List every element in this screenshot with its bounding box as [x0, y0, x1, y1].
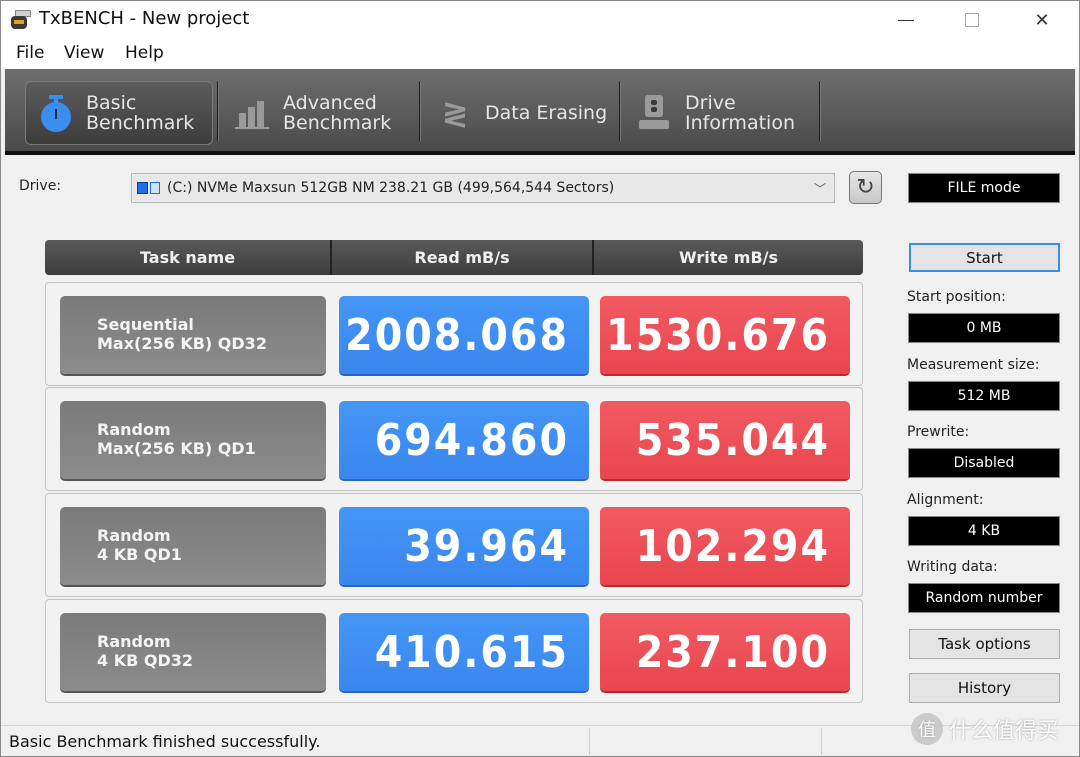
- menu-file[interactable]: File: [16, 43, 44, 63]
- title-bar: TxBENCH - New project ✕: [1, 1, 1079, 39]
- menu-help[interactable]: Help: [125, 43, 164, 63]
- tab-label-line2: Benchmark: [86, 112, 195, 134]
- menu-view[interactable]: View: [64, 43, 104, 63]
- write-value: 102.294: [600, 507, 850, 585]
- maximize-button[interactable]: [937, 1, 1007, 39]
- task-name: Random Max(256 KB) QD1: [60, 401, 326, 479]
- task-name-line1: Random: [97, 632, 171, 651]
- task-name: Random 4 KB QD32: [60, 613, 326, 691]
- menu-bar: File View Help: [1, 39, 1079, 69]
- app-window: TxBENCH - New project ✕ File View Help B…: [0, 0, 1080, 757]
- task-options-button[interactable]: Task options: [909, 629, 1060, 659]
- tab-label-line1: Basic: [86, 92, 137, 114]
- mode-indicator: FILE mode: [908, 173, 1060, 203]
- drive-icon: [137, 179, 161, 197]
- tab-label: Drive Information: [685, 93, 795, 133]
- measurement-size-field[interactable]: 512 MB: [908, 381, 1060, 411]
- tab-label-line1: Advanced: [283, 92, 377, 114]
- refresh-icon: ↻: [856, 175, 875, 200]
- start-position-field[interactable]: 0 MB: [908, 313, 1060, 343]
- main-toolbar: Basic Benchmark Advanced Benchmark ≷ Data …: [5, 69, 1075, 155]
- eraser-icon: ≷: [441, 94, 469, 132]
- window-title: TxBENCH - New project: [39, 8, 250, 29]
- task-name-line1: Sequential: [97, 315, 194, 334]
- tab-label: Basic Benchmark: [86, 93, 194, 133]
- task-name-line2: 4 KB QD32: [97, 651, 194, 670]
- tab-label: Data Erasing: [485, 102, 608, 124]
- tab-data-erasing[interactable]: ≷ Data Erasing: [435, 81, 615, 145]
- watermark-text: 什么值得买: [949, 719, 1060, 744]
- table-row: Random 4 KB QD32 410.615 237.100: [45, 599, 863, 703]
- task-name-line2: Max(256 KB) QD1: [97, 439, 256, 458]
- task-name: Random 4 KB QD1: [60, 507, 326, 585]
- start-button[interactable]: Start: [909, 243, 1060, 272]
- watermark-logo-icon: 值: [911, 713, 943, 745]
- tab-label-line1: Drive: [685, 92, 736, 114]
- table-row: Sequential Max(256 KB) QD32 2008.068 1530…: [45, 282, 863, 386]
- tab-drive-information[interactable]: Drive Information: [635, 81, 815, 145]
- writing-data-field[interactable]: Random number: [908, 583, 1060, 613]
- maximize-icon: [965, 13, 979, 27]
- tab-basic-benchmark[interactable]: Basic Benchmark: [25, 81, 213, 145]
- toolbar-divider: [217, 81, 219, 141]
- task-name: Sequential Max(256 KB) QD32: [60, 296, 326, 374]
- refresh-button[interactable]: ↻: [849, 171, 882, 204]
- watermark: 值 什么值得买: [911, 713, 1059, 745]
- drive-selected-value: (C:) NVMe Maxsun 512GB NM 238.21 GB (499…: [167, 180, 615, 196]
- tab-label-line2: Information: [685, 112, 795, 134]
- header-read: Read mB/s: [330, 240, 592, 275]
- measurement-size-label: Measurement size:: [907, 357, 1040, 373]
- toolbar-divider: [419, 81, 421, 141]
- drive-info-icon: [635, 93, 675, 133]
- toolbar-divider: [619, 81, 621, 141]
- task-name-line2: Max(256 KB) QD32: [97, 334, 267, 353]
- history-button[interactable]: History: [909, 673, 1060, 703]
- task-name-line2: 4 KB QD1: [97, 545, 182, 564]
- prewrite-field[interactable]: Disabled: [908, 448, 1060, 478]
- table-row: Random 4 KB QD1 39.964 102.294: [45, 493, 863, 597]
- status-message: Basic Benchmark finished successfully.: [9, 732, 321, 751]
- read-value: 39.964: [339, 507, 589, 585]
- read-value: 410.615: [339, 613, 589, 691]
- results-table-header: Task name Read mB/s Write mB/s: [45, 240, 863, 275]
- prewrite-label: Prewrite:: [907, 424, 970, 440]
- table-row: Random Max(256 KB) QD1 694.860 535.044: [45, 387, 863, 491]
- tab-advanced-benchmark[interactable]: Advanced Benchmark: [233, 81, 413, 145]
- header-task-name: Task name: [139, 248, 236, 267]
- tab-label-line2: Benchmark: [283, 112, 392, 134]
- start-position-label: Start position:: [907, 289, 1006, 305]
- task-name-line1: Random: [97, 420, 171, 439]
- minimize-icon: [898, 19, 914, 21]
- write-value: 237.100: [600, 613, 850, 691]
- write-value: 1530.676: [600, 296, 850, 374]
- drive-label: Drive:: [19, 178, 62, 194]
- writing-data-label: Writing data:: [907, 559, 998, 575]
- chevron-down-icon: ﹀: [813, 182, 826, 196]
- read-value: 694.860: [339, 401, 589, 479]
- toolbar-divider: [819, 81, 821, 141]
- bar-chart-icon: [233, 93, 273, 133]
- tab-label: Advanced Benchmark: [283, 93, 391, 133]
- task-name-line1: Random: [97, 526, 171, 545]
- write-value: 535.044: [600, 401, 850, 479]
- status-divider: [589, 728, 590, 755]
- stopwatch-icon: [36, 93, 76, 133]
- status-divider: [821, 728, 822, 755]
- header-write: Write mB/s: [592, 240, 863, 275]
- close-button[interactable]: ✕: [1007, 1, 1077, 39]
- app-logo-icon: [11, 10, 33, 30]
- minimize-button[interactable]: [871, 1, 941, 39]
- read-value: 2008.068: [339, 296, 589, 374]
- alignment-field[interactable]: 4 KB: [908, 516, 1060, 546]
- close-icon: ✕: [1034, 9, 1050, 31]
- drive-select[interactable]: (C:) NVMe Maxsun 512GB NM 238.21 GB (499…: [131, 173, 835, 203]
- alignment-label: Alignment:: [907, 492, 984, 508]
